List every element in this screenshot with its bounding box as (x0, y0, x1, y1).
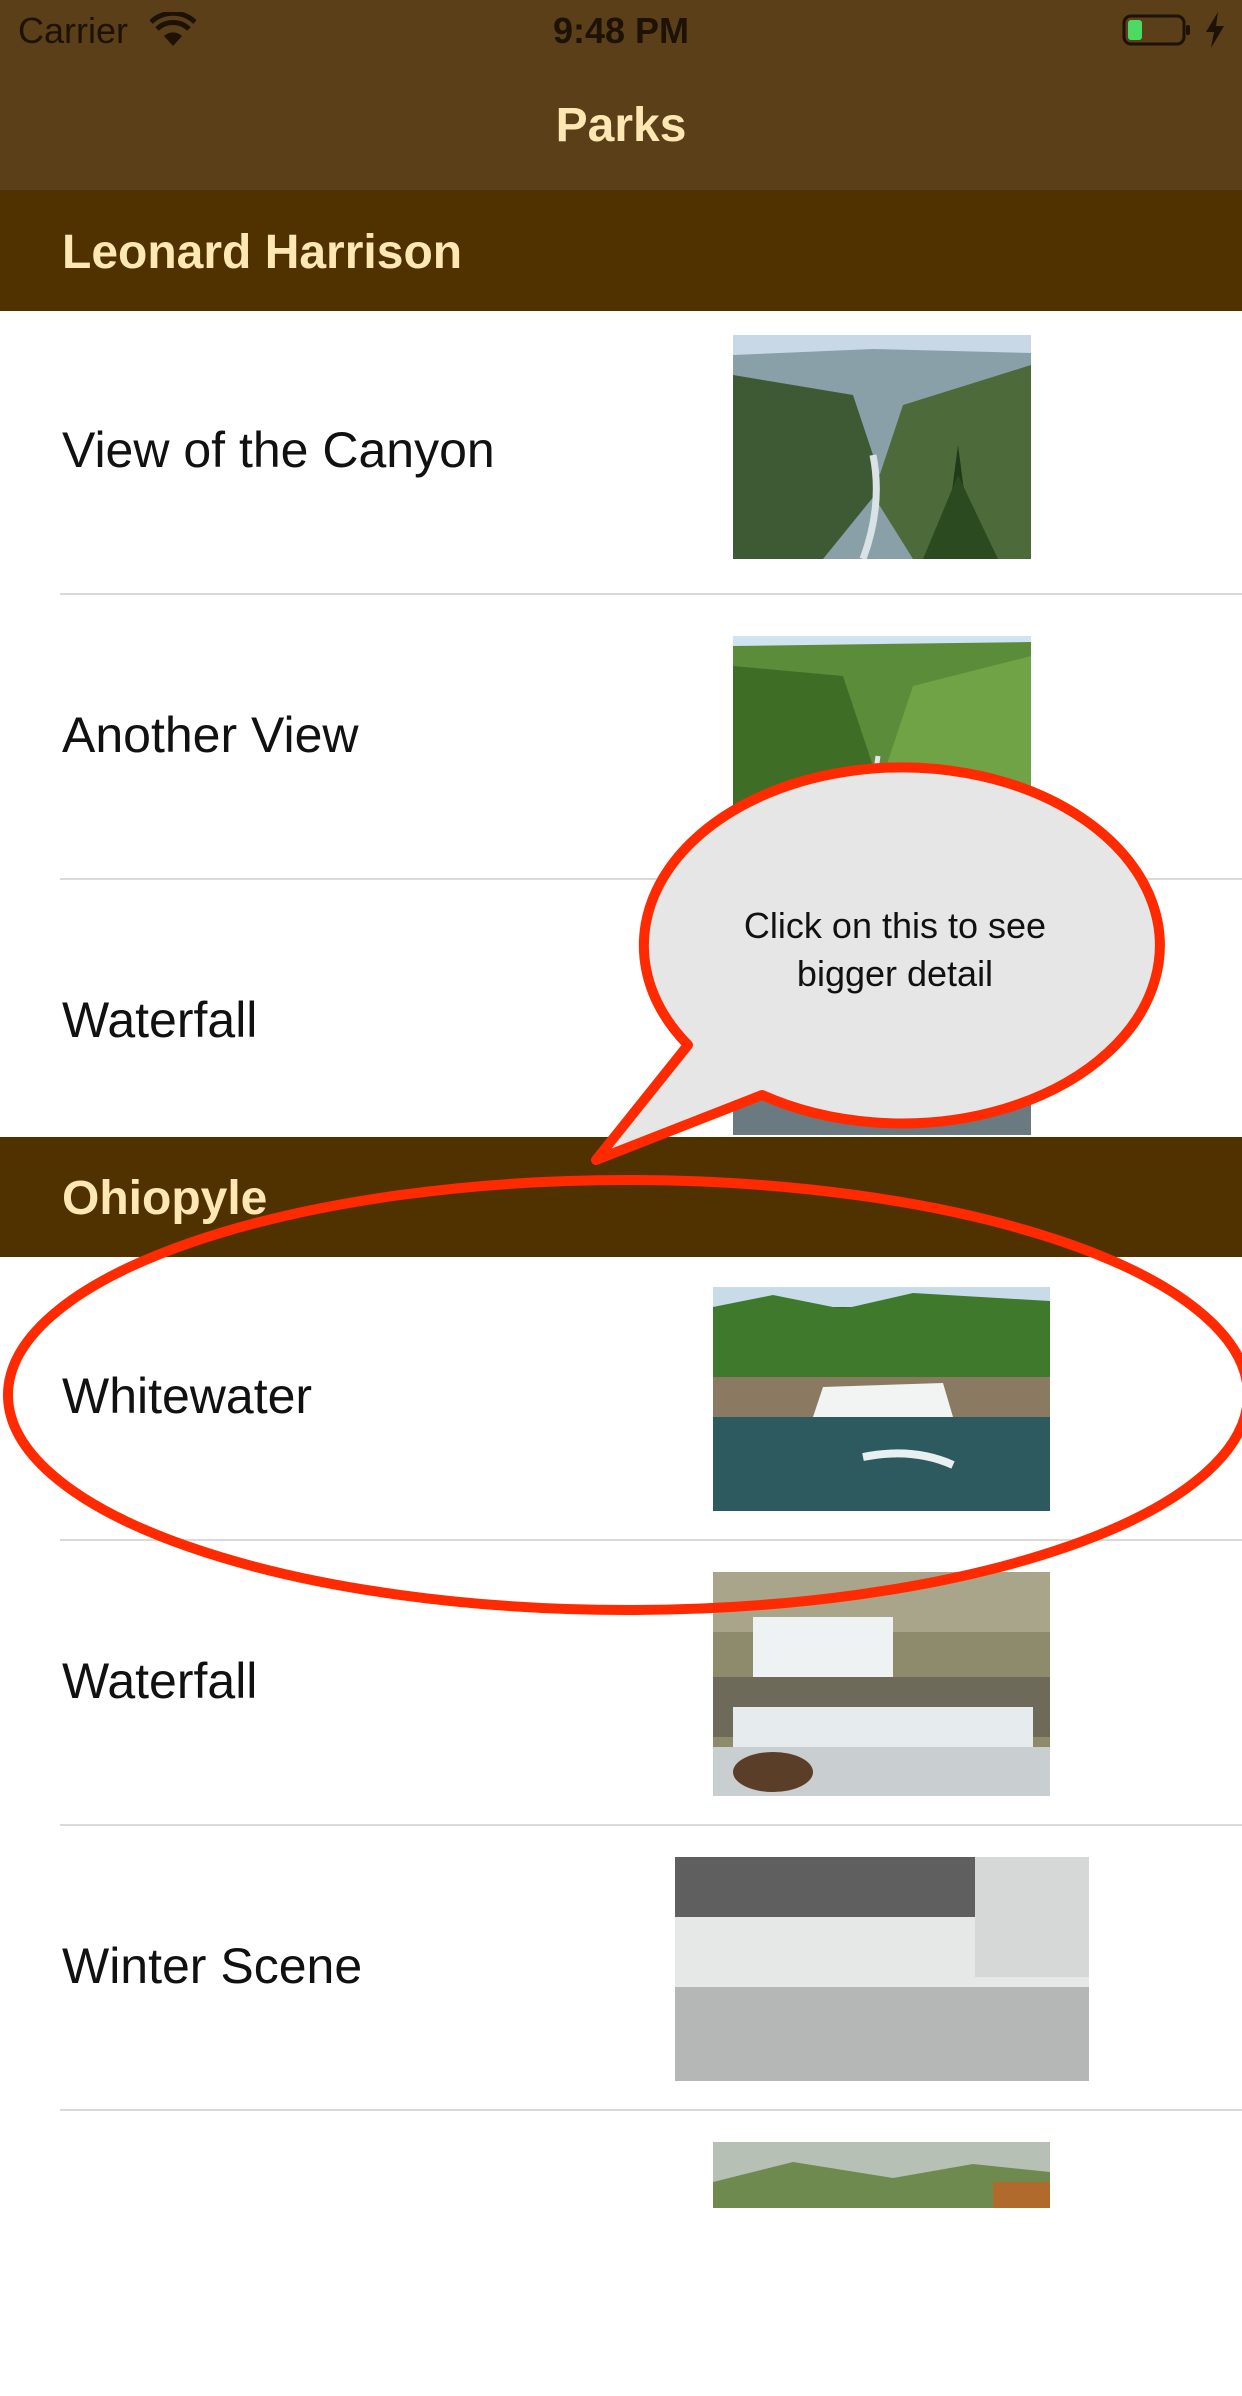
table-row[interactable]: Another View (0, 596, 1242, 880)
table-row[interactable] (0, 2112, 1242, 2396)
row-separator (60, 2109, 1242, 2111)
row-label: Winter Scene (62, 1938, 363, 1994)
row-separator (60, 878, 1242, 880)
cascade-photo (713, 1572, 1050, 1796)
row-label: Waterfall (62, 1653, 258, 1709)
winter-falls-photo (675, 1857, 1089, 2081)
section-header-ohiopyle: Ohiopyle (0, 1137, 1242, 1257)
table-row[interactable]: Waterfall (0, 1542, 1242, 1826)
green-canyon-photo (733, 636, 1031, 836)
charging-icon (1206, 12, 1224, 48)
status-bar: Carrier 9:48 PM (0, 0, 1242, 62)
row-label: Whitewater (62, 1368, 313, 1424)
row-label: View of the Canyon (62, 422, 495, 478)
foggy-forest-photo (713, 2142, 1050, 2208)
battery-icon (1122, 14, 1190, 46)
table-row[interactable]: Winter Scene (0, 1827, 1242, 2111)
row-separator (60, 593, 1242, 595)
row-separator (60, 1824, 1242, 1826)
canyon-view-photo (733, 335, 1031, 559)
section-title: Ohiopyle (62, 1172, 268, 1225)
row-label: Waterfall (62, 992, 258, 1048)
table-row[interactable]: Whitewater (0, 1257, 1242, 1541)
table-row[interactable]: View of the Canyon (0, 311, 1242, 595)
navigation-bar: Parks (0, 62, 1242, 192)
row-label: Another View (62, 707, 359, 763)
page-title: Parks (555, 99, 687, 152)
whitewater-photo (713, 1287, 1050, 1511)
clock: 9:48 PM (552, 10, 690, 51)
section-title: Leonard Harrison (62, 226, 463, 279)
row-separator (60, 1539, 1242, 1541)
callout-text: Click on this to see bigger detail (743, 905, 1047, 994)
section-header-leonard-harrison: Leonard Harrison (0, 191, 1242, 311)
